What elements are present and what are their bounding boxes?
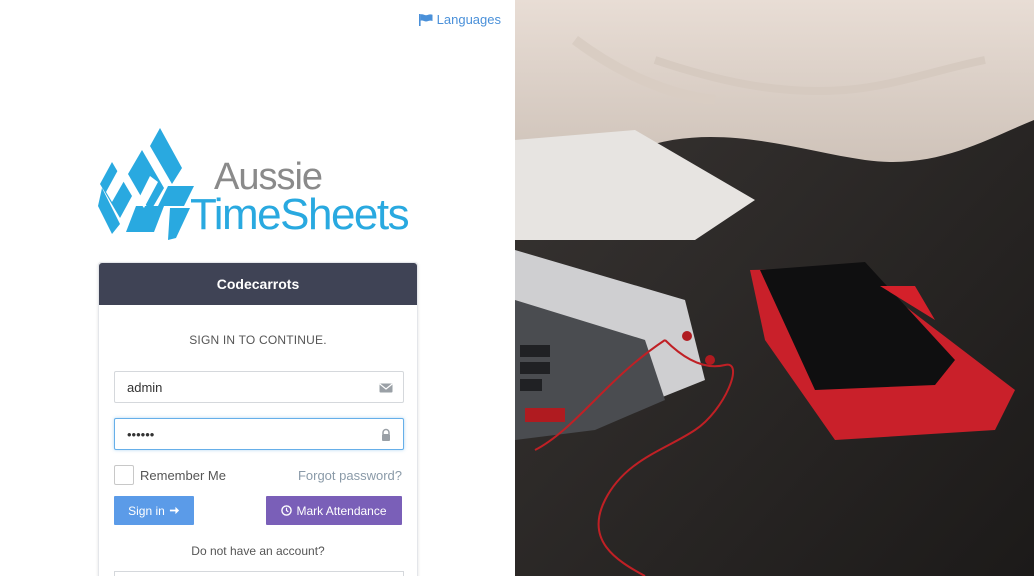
username-input[interactable] <box>115 372 365 402</box>
remember-me-checkbox[interactable] <box>114 465 134 485</box>
logo-text-timesheets: TimeSheets <box>190 190 410 239</box>
envelope-icon <box>379 383 393 393</box>
desk-photo-illustration <box>515 0 1034 576</box>
login-pane: Languages Aussie TimeSheets Codecarrots … <box>0 0 515 576</box>
register-button[interactable] <box>114 571 404 576</box>
login-card: Codecarrots SIGN IN TO CONTINUE. Remembe… <box>98 262 418 576</box>
no-account-text: Do not have an account? <box>191 544 325 558</box>
languages-label: Languages <box>436 12 501 27</box>
sign-in-button[interactable]: Sign in <box>114 496 194 525</box>
company-name: Codecarrots <box>216 276 300 292</box>
mark-attendance-button[interactable]: Mark Attendance <box>266 496 402 525</box>
username-field-wrapper <box>114 371 404 403</box>
password-input[interactable] <box>115 419 365 449</box>
flag-icon <box>418 13 433 26</box>
forgot-password-link[interactable]: Forgot password? <box>298 468 402 483</box>
arrow-right-icon <box>169 506 179 515</box>
clock-icon <box>281 505 293 516</box>
lock-icon <box>382 428 390 441</box>
sign-in-label: Sign in <box>128 503 165 518</box>
languages-link[interactable]: Languages <box>418 12 501 27</box>
remember-me-label: Remember Me <box>140 467 226 483</box>
background-photo <box>515 0 1034 576</box>
aussie-timesheets-logo: Aussie TimeSheets <box>98 128 428 243</box>
password-field-wrapper <box>114 418 404 450</box>
mark-attendance-label: Mark Attendance <box>296 503 387 518</box>
company-header: Codecarrots <box>99 263 417 305</box>
remember-me[interactable]: Remember Me <box>114 465 226 485</box>
signin-subtitle: SIGN IN TO CONTINUE. <box>189 333 327 347</box>
